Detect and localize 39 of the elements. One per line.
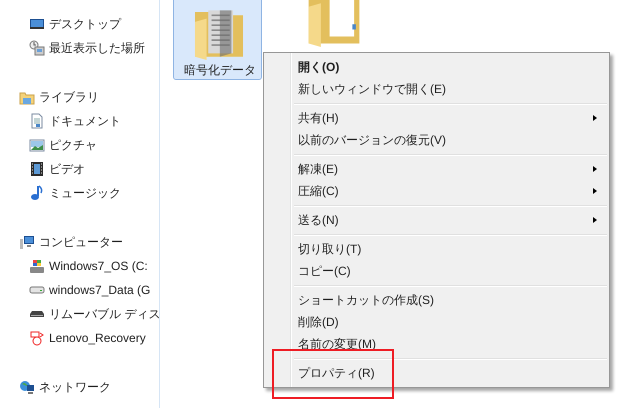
menu-item[interactable]: 共有(H) — [266, 107, 607, 129]
menu-item[interactable]: 新しいウィンドウで開く(E) — [266, 78, 607, 100]
picture-icon — [29, 137, 45, 153]
sidebar-item[interactable]: windows7_Data (G — [0, 278, 159, 302]
drive-icon — [29, 286, 45, 294]
menu-item[interactable]: 削除(D) — [266, 311, 607, 333]
sidebar-item[interactable]: Windows7_OS (C: — [0, 254, 159, 278]
video-icon — [29, 161, 45, 177]
sidebar-item[interactable]: ネットワーク — [0, 375, 159, 399]
menu-item[interactable]: 切り取り(T) — [266, 238, 607, 260]
menu-item[interactable]: プロパティ(R) — [266, 362, 607, 384]
menu-item[interactable]: 圧縮(C) — [266, 180, 607, 202]
music-icon — [29, 185, 45, 201]
sidebar-item[interactable]: デスクトップ — [0, 12, 159, 36]
recovery-icon — [29, 330, 45, 346]
sidebar-item[interactable]: ドキュメント — [0, 109, 159, 133]
sidebar-item[interactable]: コンピューター — [0, 230, 159, 254]
sidebar-item[interactable]: ビデオ — [0, 157, 159, 181]
sidebar-item[interactable]: 最近表示した場所 — [0, 36, 159, 60]
computer-icon — [19, 234, 35, 250]
menu-item[interactable]: コピー(C) — [266, 260, 607, 282]
menu-item[interactable]: ショートカットの作成(S) — [266, 289, 607, 311]
network-icon — [19, 379, 35, 395]
folder-name: 暗号化データ — [184, 62, 256, 79]
sidebar-item[interactable]: ピクチャ — [0, 133, 159, 157]
menu-item[interactable]: 送る(N) — [266, 209, 607, 231]
sidebar-item[interactable]: リムーバブル ディス — [0, 302, 159, 326]
document-icon — [29, 113, 45, 129]
sidebar-item[interactable]: Lenovo_Recovery — [0, 326, 159, 350]
menu-item[interactable]: 開く(O) — [266, 56, 607, 78]
desktop-icon — [29, 16, 45, 32]
removable-drive-icon — [29, 311, 45, 317]
sidebar-item[interactable]: ライブラリ — [0, 85, 159, 109]
system-drive-icon — [29, 258, 45, 274]
recent-places-icon — [29, 40, 45, 56]
menu-item[interactable]: 以前のバージョンの復元(V) — [266, 129, 607, 151]
sidebar-item[interactable]: ミュージック — [0, 181, 159, 205]
folder-item[interactable]: 暗号化データ — [173, 0, 262, 80]
menu-item[interactable]: 解凍(E) — [266, 158, 607, 180]
